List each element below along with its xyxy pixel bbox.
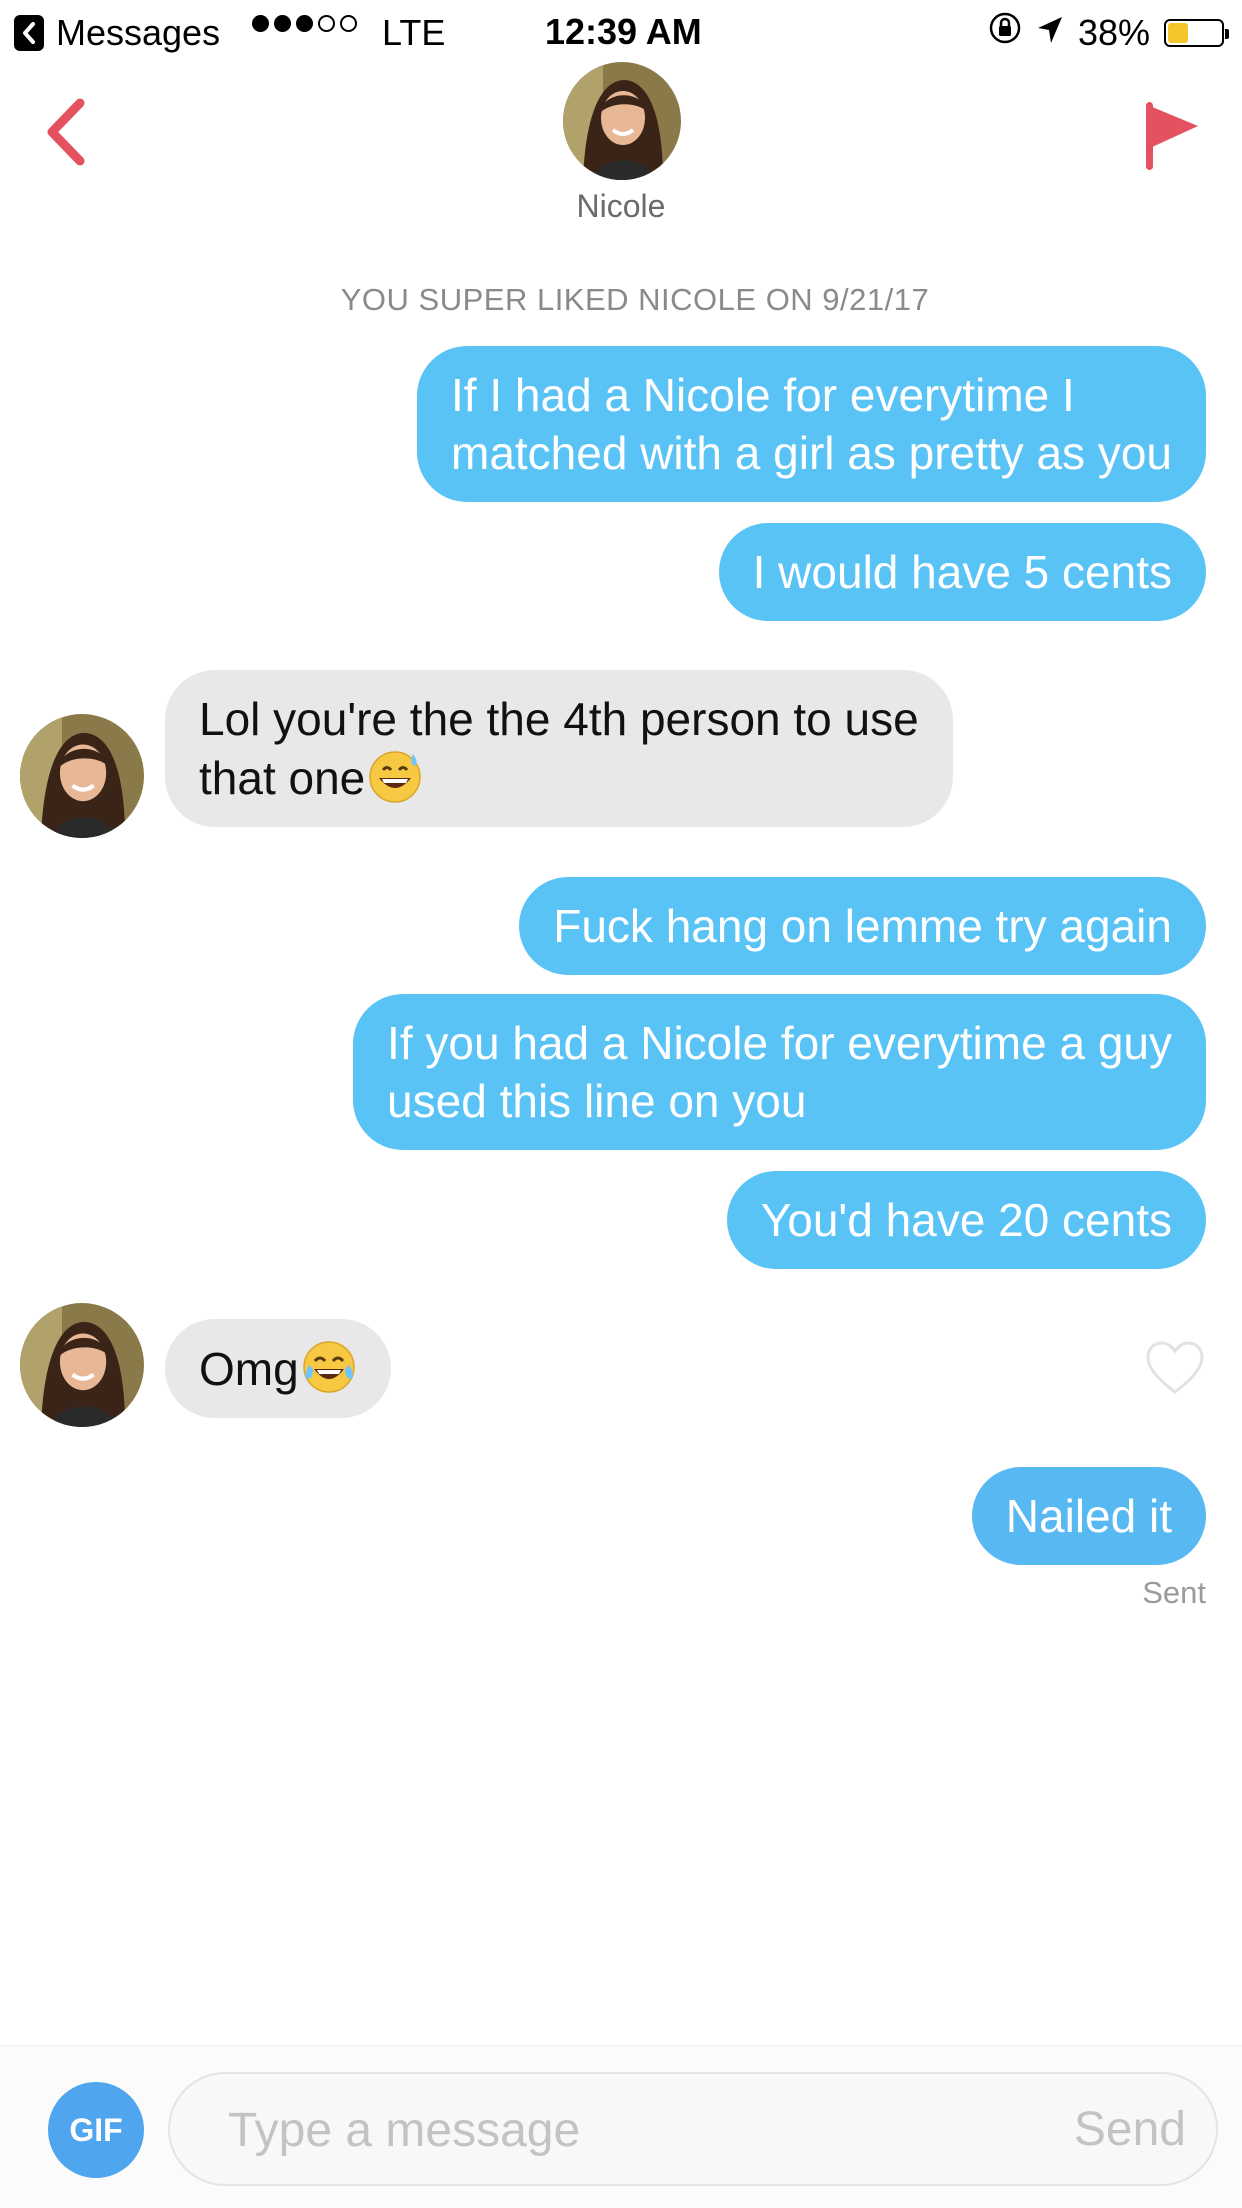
location-arrow-icon bbox=[1036, 12, 1064, 54]
message-bubble-sent[interactable]: If you had a Nicole for everytime a guy … bbox=[353, 994, 1206, 1150]
message-line: matched with a girl as pretty as you bbox=[451, 427, 1172, 479]
back-chevron-icon bbox=[47, 98, 85, 166]
report-flag-button[interactable] bbox=[1136, 96, 1206, 176]
back-to-app[interactable]: Messages bbox=[14, 12, 220, 54]
message-line: I would have 5 cents bbox=[752, 546, 1172, 598]
battery-icon bbox=[1164, 18, 1229, 47]
flag-icon bbox=[1146, 102, 1198, 170]
rotation-lock-icon bbox=[988, 11, 1022, 54]
grinning-sweat-emoji-icon bbox=[369, 751, 422, 803]
back-app-label: Messages bbox=[56, 12, 221, 53]
like-message-button[interactable] bbox=[1144, 1338, 1206, 1400]
profile-photo bbox=[563, 62, 681, 180]
message-input[interactable] bbox=[228, 2098, 988, 2162]
message-line: If you had a Nicole for everytime a guy bbox=[387, 1017, 1172, 1069]
message-line: Nailed it bbox=[1005, 1490, 1172, 1542]
message-bubble-sent[interactable]: You'd have 20 cents bbox=[726, 1171, 1206, 1269]
message-line: Lol you're the the 4th person to use bbox=[199, 693, 919, 745]
message-bubble-received[interactable]: Lol you're the the 4th person to use tha… bbox=[165, 670, 953, 827]
match-avatar-small[interactable] bbox=[20, 714, 144, 838]
message-bubble-sent[interactable]: If I had a Nicole for everytime I matche… bbox=[417, 346, 1206, 502]
match-avatar-small[interactable] bbox=[20, 1303, 144, 1427]
carrier-label: LTE bbox=[382, 12, 446, 53]
status-time: 12:39 AM bbox=[545, 11, 702, 52]
battery-percent: 38% bbox=[1077, 11, 1150, 53]
message-bubble-sent[interactable]: I would have 5 cents bbox=[718, 523, 1206, 621]
gif-button[interactable]: GIF bbox=[48, 2082, 144, 2178]
status-bar: Messages LTE 12:39 AM 38% bbox=[0, 0, 1242, 60]
heart-icon bbox=[1146, 1341, 1204, 1394]
delivery-status: Sent bbox=[1142, 1575, 1206, 1610]
back-button[interactable] bbox=[36, 92, 96, 172]
match-name: Nicole bbox=[576, 188, 666, 224]
match-avatar[interactable] bbox=[563, 62, 681, 180]
send-button[interactable]: Send bbox=[1074, 2102, 1186, 2157]
message-line: that one bbox=[199, 752, 366, 804]
message-bubble-sent[interactable]: Nailed it bbox=[971, 1467, 1206, 1565]
tears-of-joy-emoji-icon bbox=[302, 1341, 355, 1393]
message-bubble-received[interactable]: Omg bbox=[165, 1319, 391, 1418]
chat-header: Nicole bbox=[0, 60, 1242, 240]
profile-photo bbox=[20, 1303, 144, 1427]
message-field: Send bbox=[168, 2072, 1218, 2186]
message-line: used this line on you bbox=[387, 1075, 807, 1127]
message-line: If I had a Nicole for everytime I bbox=[451, 369, 1075, 421]
super-like-note: YOU SUPER LIKED NICOLE ON 9/21/17 bbox=[340, 282, 930, 317]
back-chevron-icon bbox=[14, 15, 44, 51]
message-line: You'd have 20 cents bbox=[760, 1194, 1172, 1246]
message-line: Fuck hang on lemme try again bbox=[553, 900, 1172, 952]
profile-photo bbox=[20, 714, 144, 838]
message-line: Omg bbox=[199, 1343, 299, 1395]
message-composer: GIF Send bbox=[0, 2045, 1242, 2208]
signal-strength-icon bbox=[252, 15, 357, 32]
message-bubble-sent[interactable]: Fuck hang on lemme try again bbox=[519, 877, 1206, 975]
